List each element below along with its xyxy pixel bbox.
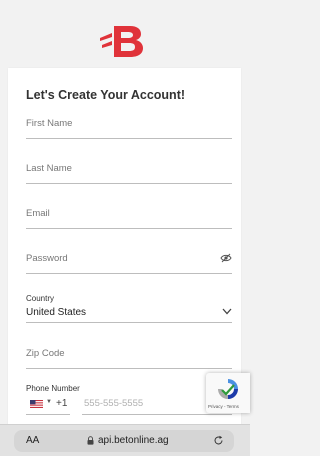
browser-toolbar: AA api.betonline.ag xyxy=(0,424,250,456)
dial-code: +1 xyxy=(56,398,68,409)
last-name-placeholder: Last Name xyxy=(26,163,72,174)
first-name-placeholder: First Name xyxy=(26,118,73,129)
eye-slash-icon[interactable] xyxy=(220,253,232,263)
country-value: United States xyxy=(26,307,87,318)
last-name-field[interactable]: Last Name xyxy=(26,159,232,184)
phone-placeholder: 555-555-5555 xyxy=(84,398,144,409)
reader-aa-button[interactable]: AA xyxy=(26,435,39,446)
dial-caret-icon: ▼ xyxy=(46,399,52,405)
reload-icon[interactable] xyxy=(213,435,224,446)
email-field[interactable]: Email xyxy=(26,204,232,229)
zip-code-field[interactable]: Zip Code xyxy=(26,344,232,369)
address-bar[interactable]: AA api.betonline.ag xyxy=(14,430,234,452)
recaptcha-links[interactable]: Privacy - Terms xyxy=(208,404,239,409)
chevron-down-icon xyxy=(222,308,232,315)
zip-code-placeholder: Zip Code xyxy=(26,348,65,359)
recaptcha-icon xyxy=(218,379,238,399)
country-label: Country xyxy=(26,294,55,303)
header xyxy=(0,0,250,68)
password-placeholder: Password xyxy=(26,253,68,264)
lock-icon xyxy=(87,436,94,445)
recaptcha-badge[interactable]: Privacy - Terms xyxy=(206,373,250,413)
password-field[interactable]: Password xyxy=(26,249,232,274)
betonline-logo-icon[interactable] xyxy=(100,24,144,58)
first-name-field[interactable]: First Name xyxy=(26,114,232,139)
url-text: api.betonline.ag xyxy=(98,435,169,446)
email-placeholder: Email xyxy=(26,208,50,219)
phone-label: Phone Number xyxy=(26,384,80,393)
signup-page: Let's Create Your Account! First Name La… xyxy=(0,0,250,456)
country-select[interactable]: United States xyxy=(26,304,232,323)
dial-code-select[interactable]: ▼ +1 xyxy=(26,396,70,415)
form-title: Let's Create Your Account! xyxy=(26,88,186,102)
us-flag-icon xyxy=(30,400,43,408)
